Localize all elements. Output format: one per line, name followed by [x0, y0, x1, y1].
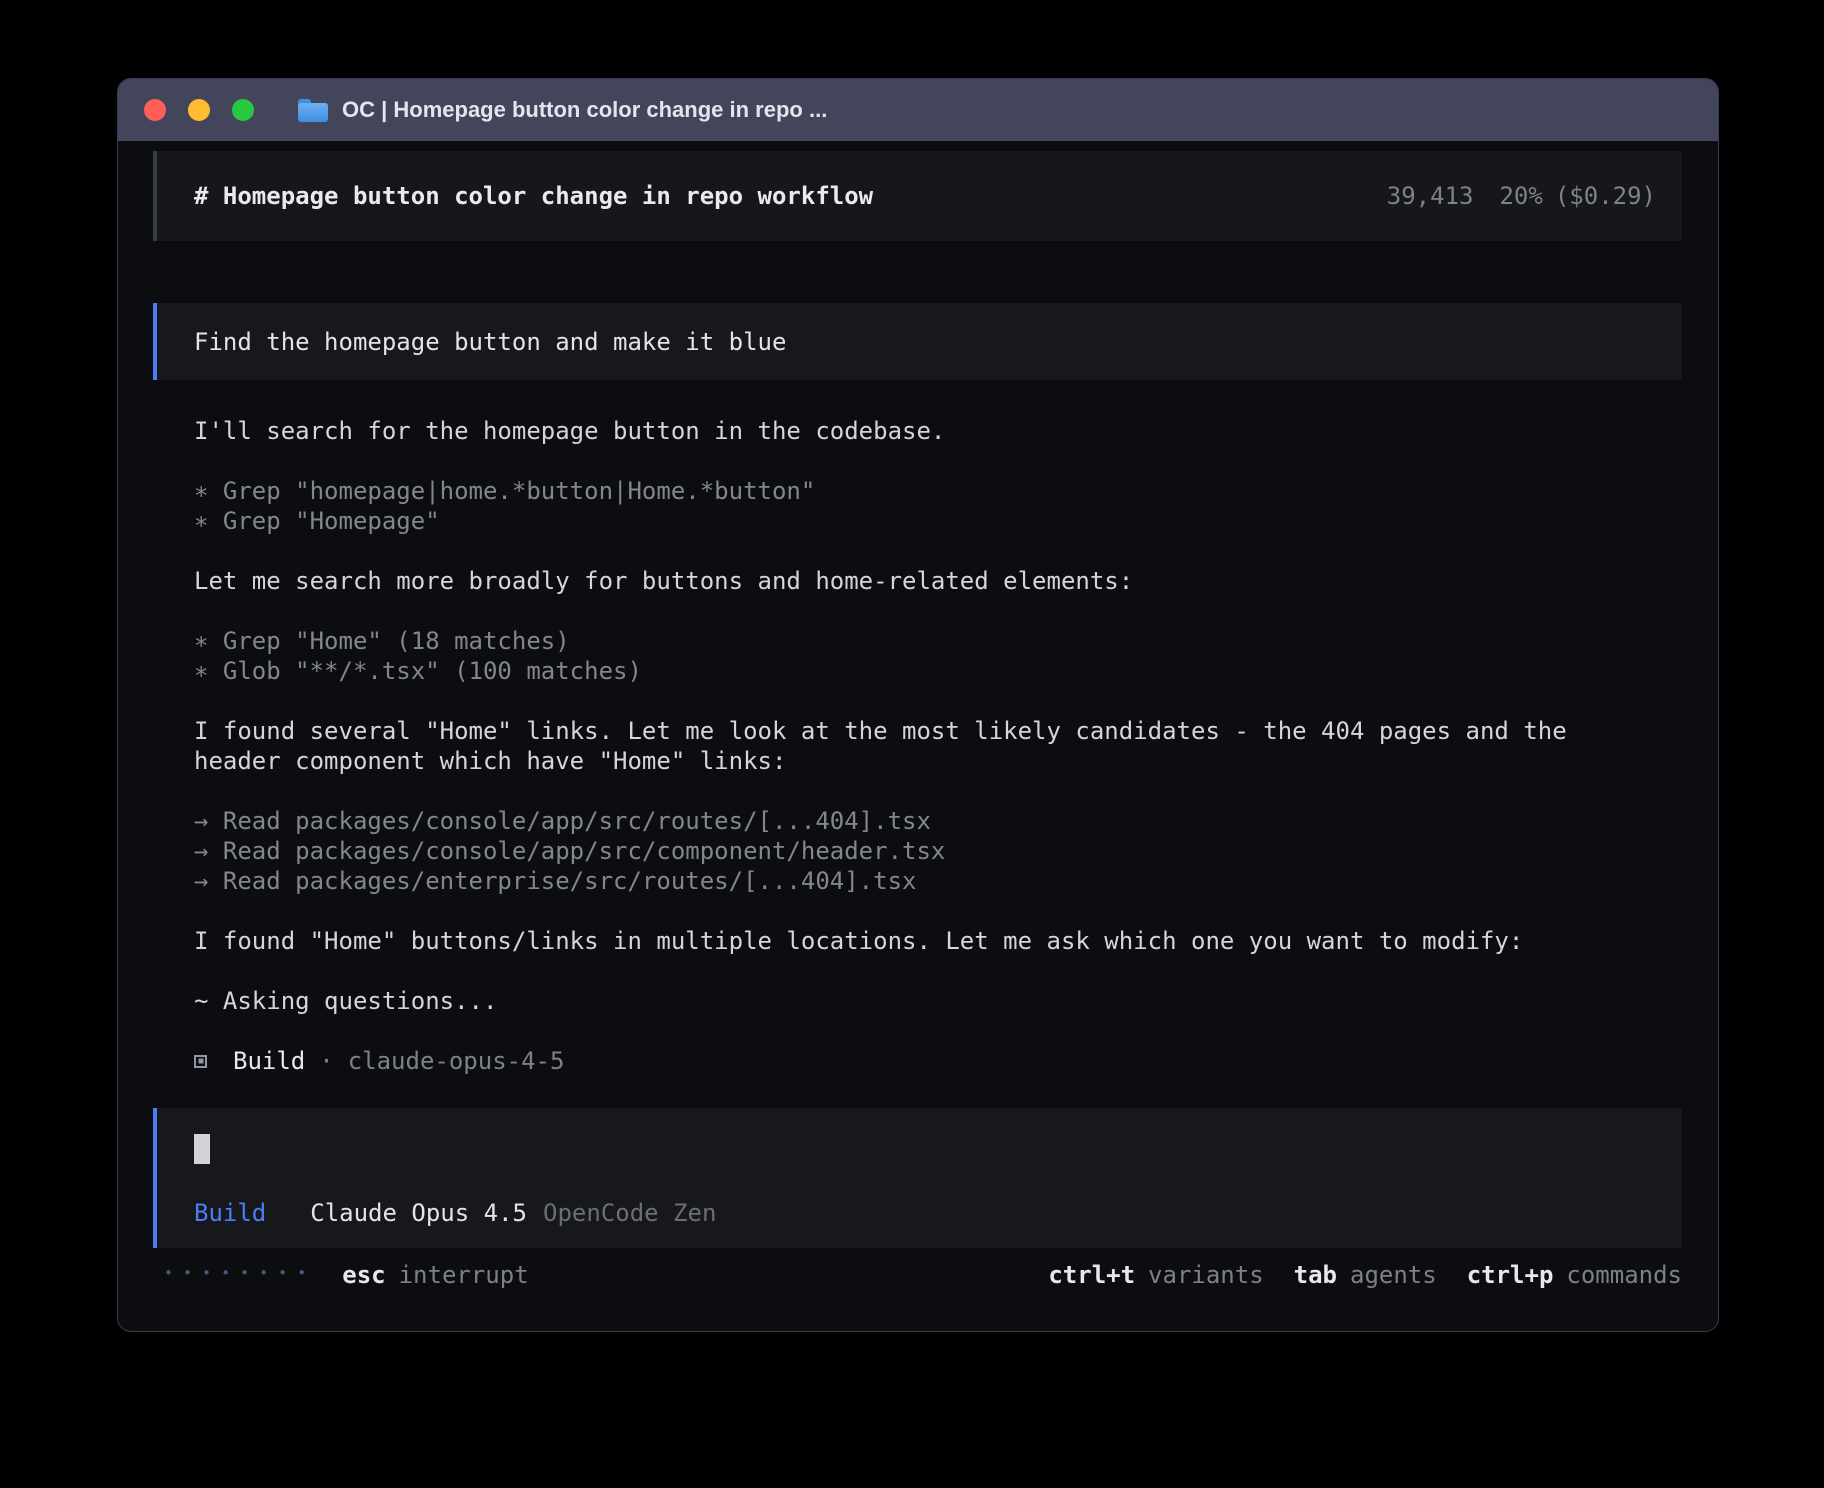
prompt-input[interactable]: Build Claude Opus 4.5 OpenCode Zen: [153, 1108, 1682, 1248]
model-label: Claude Opus 4.5: [310, 1198, 527, 1228]
session-title: # Homepage button color change in repo w…: [194, 181, 873, 211]
transcript-tool-block: → Read packages/console/app/src/routes/[…: [194, 806, 1642, 896]
text-cursor: [194, 1134, 210, 1164]
transcript-tool-block: ∗ Grep "Home" (18 matches)∗ Glob "**/*.t…: [194, 626, 1642, 686]
user-message: Find the homepage button and make it blu…: [153, 303, 1682, 380]
tool-call-line: ∗ Glob "**/*.tsx" (100 matches): [194, 656, 1642, 686]
transcript-text-block: I found several "Home" links. Let me loo…: [194, 716, 1642, 776]
session-cost: ($0.29): [1555, 181, 1656, 211]
model-row: Build Claude Opus 4.5 OpenCode Zen: [194, 1198, 1682, 1228]
session-header: # Homepage button color change in repo w…: [153, 151, 1682, 241]
agent-status-icon: [194, 1055, 207, 1068]
transcript-text-block: I found "Home" buttons/links in multiple…: [194, 926, 1642, 956]
minimize-button[interactable]: [188, 99, 210, 121]
status-left: •••••••• esc interrupt: [164, 1260, 529, 1290]
tool-call-line: → Read packages/console/app/src/componen…: [194, 836, 1642, 866]
agent-separator: ·: [319, 1046, 333, 1076]
window-title: OC | Homepage button color change in rep…: [342, 97, 827, 123]
terminal-window: OC | Homepage button color change in rep…: [117, 78, 1719, 1332]
shortcut-label: agents: [1350, 1260, 1437, 1290]
shortcut-key: ctrl+t: [1048, 1260, 1135, 1290]
transcript-agent-block: Build · claude-opus-4-5: [194, 1046, 1642, 1076]
agent-label: Build: [194, 1198, 266, 1228]
shortcut-label-interrupt: interrupt: [399, 1260, 529, 1290]
zoom-button[interactable]: [232, 99, 254, 121]
transcript-text-block: Let me search more broadly for buttons a…: [194, 566, 1642, 596]
spinner-dots: ••••••••: [164, 1258, 316, 1288]
close-button[interactable]: [144, 99, 166, 121]
traffic-lights: [144, 99, 254, 121]
terminal-content: # Homepage button color change in repo w…: [118, 141, 1718, 1331]
shortcut-label: commands: [1566, 1260, 1682, 1290]
shortcut-tab: tab agents: [1294, 1260, 1437, 1290]
shortcut-key-esc: esc: [342, 1260, 385, 1290]
tool-call-line: → Read packages/console/app/src/routes/[…: [194, 806, 1642, 836]
shortcut-key: ctrl+p: [1467, 1260, 1554, 1290]
agent-name: Build: [233, 1046, 305, 1076]
user-message-text: Find the homepage button and make it blu…: [194, 327, 786, 357]
transcript-text-block: I'll search for the homepage button in t…: [194, 416, 1642, 446]
session-stats: 39,413 20% ($0.29): [1387, 181, 1656, 211]
tool-call-line: → Read packages/enterprise/src/routes/[.…: [194, 866, 1642, 896]
token-count: 39,413: [1387, 181, 1474, 211]
shortcut-ctrl-t: ctrl+t variants: [1048, 1260, 1263, 1290]
tool-call-line: ∗ Grep "Home" (18 matches): [194, 626, 1642, 656]
transcript: I'll search for the homepage button in t…: [153, 416, 1682, 1076]
status-bar: •••••••• esc interrupt ctrl+t variants tab…: [153, 1260, 1682, 1290]
shortcut-ctrl-p: ctrl+p commands: [1467, 1260, 1682, 1290]
tool-call-line: ∗ Grep "Homepage": [194, 506, 1642, 536]
context-percent: 20%: [1499, 181, 1542, 211]
folder-icon: [298, 98, 328, 122]
status-shortcuts: ctrl+t variants tab agents ctrl+p commands: [1018, 1260, 1682, 1290]
shortcut-label: variants: [1148, 1260, 1264, 1290]
window-titlebar[interactable]: OC | Homepage button color change in rep…: [118, 79, 1718, 141]
shortcut-key: tab: [1294, 1260, 1337, 1290]
agent-model: claude-opus-4-5: [348, 1046, 565, 1076]
provider-label: OpenCode Zen: [543, 1198, 716, 1228]
tool-call-line: ∗ Grep "homepage|home.*button|Home.*butt…: [194, 476, 1642, 506]
transcript-tool-block: ∗ Grep "homepage|home.*button|Home.*butt…: [194, 476, 1642, 536]
transcript-text-block: ~ Asking questions...: [194, 986, 1642, 1016]
